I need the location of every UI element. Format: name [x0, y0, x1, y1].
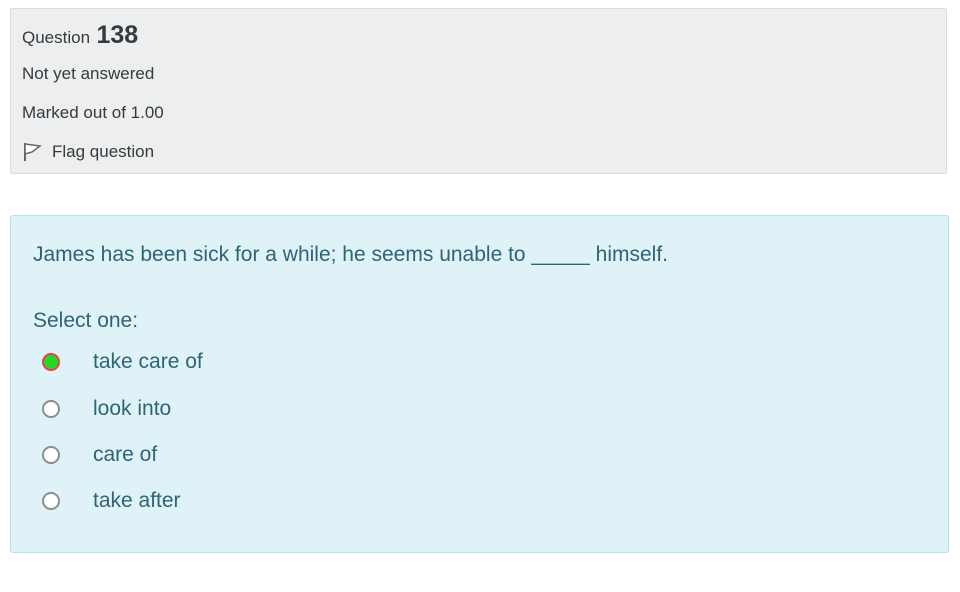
flag-question-button[interactable]: Flag question — [22, 141, 154, 163]
answer-option[interactable]: take after — [42, 489, 181, 513]
answer-option-label[interactable]: care of — [93, 443, 157, 467]
answer-option[interactable]: look into — [42, 397, 171, 421]
answer-option[interactable]: take care of — [42, 350, 203, 374]
answer-option[interactable]: care of — [42, 443, 157, 467]
flag-icon — [22, 141, 44, 163]
question-info-panel: Question 138 Not yet answered Marked out… — [10, 8, 947, 174]
answer-option-label[interactable]: look into — [93, 397, 171, 421]
question-formulation: James has been sick for a while; he seem… — [10, 215, 949, 553]
question-text: James has been sick for a while; he seem… — [33, 243, 669, 266]
radio-button-selected[interactable] — [42, 353, 60, 371]
question-state: Not yet answered — [22, 64, 155, 83]
question-label: Question — [22, 28, 91, 47]
answer-option-label[interactable]: take care of — [93, 350, 203, 374]
radio-button[interactable] — [42, 492, 60, 510]
radio-button[interactable] — [42, 446, 60, 464]
answer-option-label[interactable]: take after — [93, 489, 181, 513]
question-grade: Marked out of 1.00 — [22, 103, 164, 122]
select-prompt: Select one: — [33, 309, 139, 332]
question-number: 138 — [96, 21, 139, 49]
question-heading: Question 138 — [22, 21, 138, 50]
radio-button[interactable] — [42, 400, 60, 418]
flag-question-label: Flag question — [52, 142, 155, 161]
